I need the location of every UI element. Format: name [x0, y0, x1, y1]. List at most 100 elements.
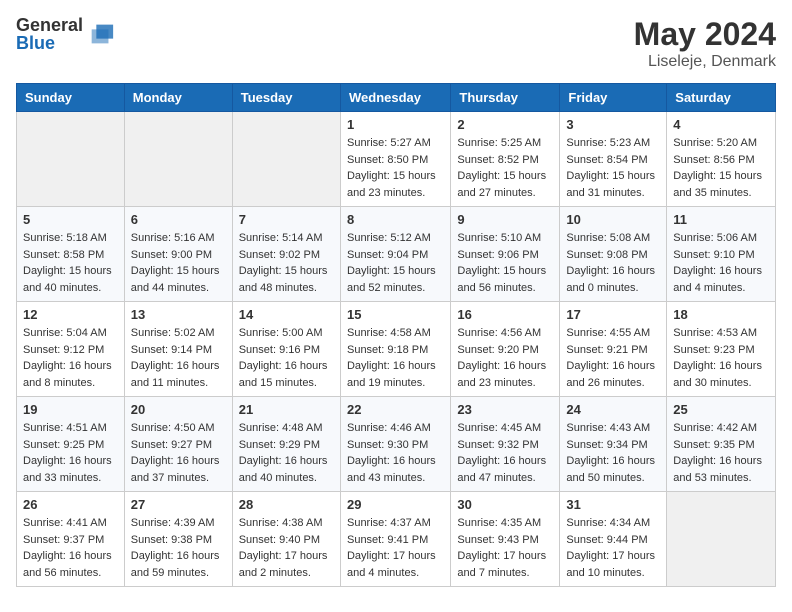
column-header-tuesday: Tuesday: [232, 84, 340, 112]
calendar-cell: 10 Sunrise: 5:08 AMSunset: 9:08 PMDayligh…: [560, 207, 667, 302]
week-row-4: 19 Sunrise: 4:51 AMSunset: 9:25 PMDayligh…: [17, 397, 776, 492]
calendar-cell: [17, 112, 125, 207]
day-number: 23: [457, 402, 553, 417]
day-number: 22: [347, 402, 444, 417]
day-number: 13: [131, 307, 226, 322]
day-info: Sunrise: 4:51 AMSunset: 9:25 PMDaylight:…: [23, 420, 118, 486]
logo-blue: Blue: [16, 34, 83, 52]
day-number: 17: [566, 307, 660, 322]
column-header-sunday: Sunday: [17, 84, 125, 112]
week-row-5: 26 Sunrise: 4:41 AMSunset: 9:37 PMDayligh…: [17, 492, 776, 587]
day-number: 11: [673, 212, 769, 227]
logo-general: General: [16, 16, 83, 34]
day-info: Sunrise: 5:20 AMSunset: 8:56 PMDaylight:…: [673, 135, 769, 201]
location: Liseleje, Denmark: [634, 53, 776, 71]
week-row-2: 5 Sunrise: 5:18 AMSunset: 8:58 PMDaylight…: [17, 207, 776, 302]
day-info: Sunrise: 5:12 AMSunset: 9:04 PMDaylight:…: [347, 230, 444, 296]
day-info: Sunrise: 5:06 AMSunset: 9:10 PMDaylight:…: [673, 230, 769, 296]
day-info: Sunrise: 4:42 AMSunset: 9:35 PMDaylight:…: [673, 420, 769, 486]
day-info: Sunrise: 4:41 AMSunset: 9:37 PMDaylight:…: [23, 515, 118, 581]
month-year: May 2024: [634, 16, 776, 53]
day-number: 20: [131, 402, 226, 417]
day-number: 4: [673, 117, 769, 132]
calendar-cell: 17 Sunrise: 4:55 AMSunset: 9:21 PMDayligh…: [560, 302, 667, 397]
calendar-cell: 21Sunrise: 4:48 AMSunset: 9:29 PMDayligh…: [232, 397, 340, 492]
day-number: 2: [457, 117, 553, 132]
day-number: 29: [347, 497, 444, 512]
calendar-cell: 14 Sunrise: 5:00 AMSunset: 9:16 PMDayligh…: [232, 302, 340, 397]
column-header-monday: Monday: [124, 84, 232, 112]
calendar-cell: 13 Sunrise: 5:02 AMSunset: 9:14 PMDayligh…: [124, 302, 232, 397]
day-info: Sunrise: 4:53 AMSunset: 9:23 PMDaylight:…: [673, 325, 769, 391]
calendar-cell: [667, 492, 776, 587]
day-info: Sunrise: 4:50 AMSunset: 9:27 PMDaylight:…: [131, 420, 226, 486]
logo-icon: [87, 20, 115, 48]
day-number: 19: [23, 402, 118, 417]
column-header-wednesday: Wednesday: [340, 84, 450, 112]
day-number: 10: [566, 212, 660, 227]
day-info: Sunrise: 4:58 AMSunset: 9:18 PMDaylight:…: [347, 325, 444, 391]
calendar-cell: 28Sunrise: 4:38 AMSunset: 9:40 PMDayligh…: [232, 492, 340, 587]
calendar-cell: 7 Sunrise: 5:14 AMSunset: 9:02 PMDaylight…: [232, 207, 340, 302]
calendar-header-row: SundayMondayTuesdayWednesdayThursdayFrid…: [17, 84, 776, 112]
day-number: 21: [239, 402, 334, 417]
day-info: Sunrise: 4:45 AMSunset: 9:32 PMDaylight:…: [457, 420, 553, 486]
week-row-1: 1Sunrise: 5:27 AMSunset: 8:50 PMDaylight…: [17, 112, 776, 207]
day-number: 18: [673, 307, 769, 322]
day-number: 7: [239, 212, 334, 227]
calendar-cell: 29Sunrise: 4:37 AMSunset: 9:41 PMDayligh…: [340, 492, 450, 587]
day-info: Sunrise: 5:02 AMSunset: 9:14 PMDaylight:…: [131, 325, 226, 391]
day-info: Sunrise: 4:55 AMSunset: 9:21 PMDaylight:…: [566, 325, 660, 391]
title-section: May 2024 Liseleje, Denmark: [634, 16, 776, 71]
calendar-cell: 4 Sunrise: 5:20 AMSunset: 8:56 PMDaylight…: [667, 112, 776, 207]
day-info: Sunrise: 5:18 AMSunset: 8:58 PMDaylight:…: [23, 230, 118, 296]
day-info: Sunrise: 5:23 AMSunset: 8:54 PMDaylight:…: [566, 135, 660, 201]
calendar-cell: 24 Sunrise: 4:43 AMSunset: 9:34 PMDayligh…: [560, 397, 667, 492]
calendar-cell: 3Sunrise: 5:23 AMSunset: 8:54 PMDaylight…: [560, 112, 667, 207]
day-info: Sunrise: 4:34 AMSunset: 9:44 PMDaylight:…: [566, 515, 660, 581]
day-info: Sunrise: 5:14 AMSunset: 9:02 PMDaylight:…: [239, 230, 334, 296]
day-info: Sunrise: 5:25 AMSunset: 8:52 PMDaylight:…: [457, 135, 553, 201]
calendar-cell: 16Sunrise: 4:56 AMSunset: 9:20 PMDayligh…: [451, 302, 560, 397]
day-number: 15: [347, 307, 444, 322]
calendar-cell: 15 Sunrise: 4:58 AMSunset: 9:18 PMDayligh…: [340, 302, 450, 397]
logo: General Blue: [16, 16, 115, 52]
day-info: Sunrise: 5:04 AMSunset: 9:12 PMDaylight:…: [23, 325, 118, 391]
calendar-cell: 31 Sunrise: 4:34 AMSunset: 9:44 PMDayligh…: [560, 492, 667, 587]
calendar-cell: 19 Sunrise: 4:51 AMSunset: 9:25 PMDayligh…: [17, 397, 125, 492]
day-info: Sunrise: 4:43 AMSunset: 9:34 PMDaylight:…: [566, 420, 660, 486]
day-number: 8: [347, 212, 444, 227]
day-number: 5: [23, 212, 118, 227]
column-header-thursday: Thursday: [451, 84, 560, 112]
day-info: Sunrise: 5:10 AMSunset: 9:06 PMDaylight:…: [457, 230, 553, 296]
day-number: 24: [566, 402, 660, 417]
calendar-cell: 26 Sunrise: 4:41 AMSunset: 9:37 PMDayligh…: [17, 492, 125, 587]
week-row-3: 12Sunrise: 5:04 AMSunset: 9:12 PMDayligh…: [17, 302, 776, 397]
calendar-cell: 25Sunrise: 4:42 AMSunset: 9:35 PMDayligh…: [667, 397, 776, 492]
calendar-cell: 5 Sunrise: 5:18 AMSunset: 8:58 PMDaylight…: [17, 207, 125, 302]
calendar-cell: [124, 112, 232, 207]
calendar-cell: 1Sunrise: 5:27 AMSunset: 8:50 PMDaylight…: [340, 112, 450, 207]
calendar-cell: 9 Sunrise: 5:10 AMSunset: 9:06 PMDaylight…: [451, 207, 560, 302]
day-info: Sunrise: 4:35 AMSunset: 9:43 PMDaylight:…: [457, 515, 553, 581]
day-info: Sunrise: 5:08 AMSunset: 9:08 PMDaylight:…: [566, 230, 660, 296]
calendar-table: SundayMondayTuesdayWednesdayThursdayFrid…: [16, 83, 776, 587]
column-header-saturday: Saturday: [667, 84, 776, 112]
calendar-cell: 6Sunrise: 5:16 AMSunset: 9:00 PMDaylight…: [124, 207, 232, 302]
day-info: Sunrise: 5:00 AMSunset: 9:16 PMDaylight:…: [239, 325, 334, 391]
day-info: Sunrise: 4:39 AMSunset: 9:38 PMDaylight:…: [131, 515, 226, 581]
day-number: 26: [23, 497, 118, 512]
calendar-cell: 20 Sunrise: 4:50 AMSunset: 9:27 PMDayligh…: [124, 397, 232, 492]
calendar-cell: 22 Sunrise: 4:46 AMSunset: 9:30 PMDayligh…: [340, 397, 450, 492]
day-number: 14: [239, 307, 334, 322]
day-number: 30: [457, 497, 553, 512]
calendar-cell: 18 Sunrise: 4:53 AMSunset: 9:23 PMDayligh…: [667, 302, 776, 397]
day-info: Sunrise: 4:46 AMSunset: 9:30 PMDaylight:…: [347, 420, 444, 486]
page-header: General Blue May 2024 Liseleje, Denmark: [16, 16, 776, 71]
calendar-cell: 2 Sunrise: 5:25 AMSunset: 8:52 PMDaylight…: [451, 112, 560, 207]
day-number: 9: [457, 212, 553, 227]
day-number: 31: [566, 497, 660, 512]
calendar-cell: 23 Sunrise: 4:45 AMSunset: 9:32 PMDayligh…: [451, 397, 560, 492]
calendar-cell: 27Sunrise: 4:39 AMSunset: 9:38 PMDayligh…: [124, 492, 232, 587]
day-number: 6: [131, 212, 226, 227]
